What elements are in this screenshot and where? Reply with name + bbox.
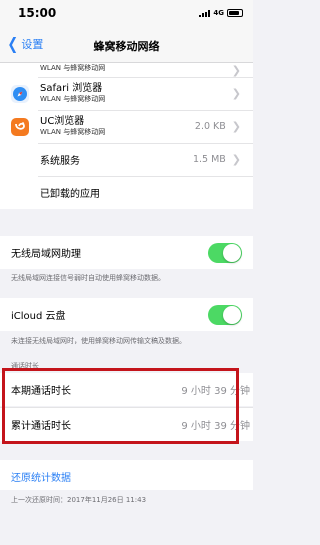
chevron-right-icon: ❯ <box>231 120 241 133</box>
signal-icon <box>199 9 211 17</box>
list-item-partial[interactable]: WLAN 与蜂窝移动网 ❯ <box>0 63 253 77</box>
wifi-assist-footnote: 无线局域网连接信号弱时自动使用蜂窝移动数据。 <box>11 274 165 282</box>
wifi-assist-toggle[interactable] <box>208 242 242 263</box>
app-subtitle: WLAN 与蜂窝移动网 <box>40 128 106 136</box>
status-indicators: 4G <box>199 9 243 17</box>
usage-value: 2.0 KB <box>194 121 226 132</box>
row-label: 已卸载的应用 <box>40 189 100 200</box>
app-usage-list: WLAN 与蜂窝移动网 ❯ Safari 浏览器 WLAN 与蜂窝移动网 ❯ U… <box>0 63 253 209</box>
chevron-right-icon: ❯ <box>231 63 241 77</box>
chevron-right-icon: ❯ <box>231 153 241 166</box>
settings-screen: 15:00 4G ❮ 设置 蜂窝移动网络 WLAN 与蜂窝移动网 ❯ Safar… <box>0 0 253 545</box>
wifi-assist-row: 无线局域网助理 <box>0 236 253 269</box>
row-accessory: ❯ <box>232 87 241 100</box>
status-bar: 15:00 4G <box>0 0 253 26</box>
row-label: 无线局域网助理 <box>11 249 81 260</box>
list-item-uc-browser[interactable]: UC浏览器 WLAN 与蜂窝移动网 2.0 KB ❯ <box>0 110 253 143</box>
highlight-annotation <box>2 368 239 444</box>
uc-browser-icon <box>11 117 29 136</box>
page-title: 蜂窝移动网络 <box>93 40 160 53</box>
safari-icon <box>11 84 29 103</box>
row-label: iCloud 云盘 <box>11 311 66 322</box>
icloud-toggle[interactable] <box>208 304 242 325</box>
chevron-right-icon: ❯ <box>231 87 241 100</box>
app-name: UC浏览器 <box>40 116 85 127</box>
network-type: 4G <box>213 9 224 17</box>
list-item-safari[interactable]: Safari 浏览器 WLAN 与蜂窝移动网 ❯ <box>0 77 253 110</box>
battery-icon <box>227 9 243 17</box>
navigation-bar: ❮ 设置 蜂窝移动网络 <box>0 26 253 63</box>
row-accessory: 2.0 KB ❯ <box>195 120 241 133</box>
last-reset-time: 上一次还原时间：2017年11月26日 11:43 <box>11 496 147 504</box>
icloud-row: iCloud 云盘 <box>0 298 253 331</box>
icloud-footnote: 未连接无线局域网时，使用蜂窝移动网传输文稿及数据。 <box>11 337 186 345</box>
reset-statistics-button[interactable]: 还原统计数据 <box>11 469 71 484</box>
list-item-system-services[interactable]: 系统服务 1.5 MB ❯ <box>0 143 253 176</box>
row-accessory: ❯ <box>232 64 241 77</box>
app-name: Safari 浏览器 <box>40 83 103 94</box>
usage-value: 1.5 MB <box>192 154 226 165</box>
app-subtitle: WLAN 与蜂窝移动网 <box>40 95 106 103</box>
list-item-uninstalled-apps[interactable]: 已卸载的应用 <box>0 176 253 209</box>
status-time: 15:00 <box>18 6 57 20</box>
row-label: 系统服务 <box>40 156 80 167</box>
reset-statistics-row: 还原统计数据 <box>0 460 253 490</box>
row-accessory: 1.5 MB ❯ <box>193 153 241 166</box>
app-subtitle: WLAN 与蜂窝移动网 <box>40 64 106 72</box>
